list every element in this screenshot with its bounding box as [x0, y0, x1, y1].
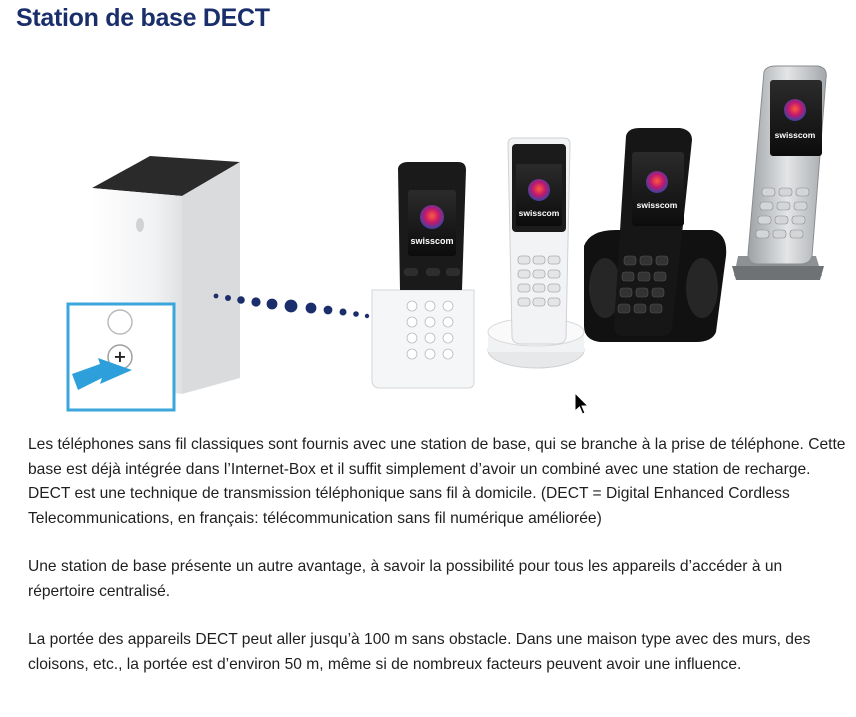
phone-white-base: swisscom: [371, 162, 475, 389]
paragraph-directory: Une station de base présente un autre av…: [28, 558, 783, 600]
phone-white-round-base: swisscom: [487, 137, 585, 369]
phone-black-base: swisscom: [584, 128, 727, 342]
paragraph-intro: Les téléphones sans fil classiques sont …: [28, 436, 846, 527]
brand-label: swisscom: [519, 208, 560, 218]
body-text: Les téléphones sans fil classiques sont …: [28, 433, 852, 701]
page-title: Station de base DECT: [16, 4, 270, 32]
dect-illustration: + swisscom swisscom swisscom swisscom: [66, 65, 827, 412]
mouse-cursor-icon: [574, 392, 590, 415]
button-zoom-inset: +: [66, 302, 176, 412]
brand-label: swisscom: [637, 200, 678, 210]
phone-silver: swisscom: [732, 65, 827, 280]
plus-symbol: +: [113, 347, 126, 366]
paragraph-range: La portée des appareils DECT peut aller …: [28, 631, 811, 673]
brand-label: swisscom: [410, 236, 453, 246]
brand-label: swisscom: [775, 130, 816, 140]
